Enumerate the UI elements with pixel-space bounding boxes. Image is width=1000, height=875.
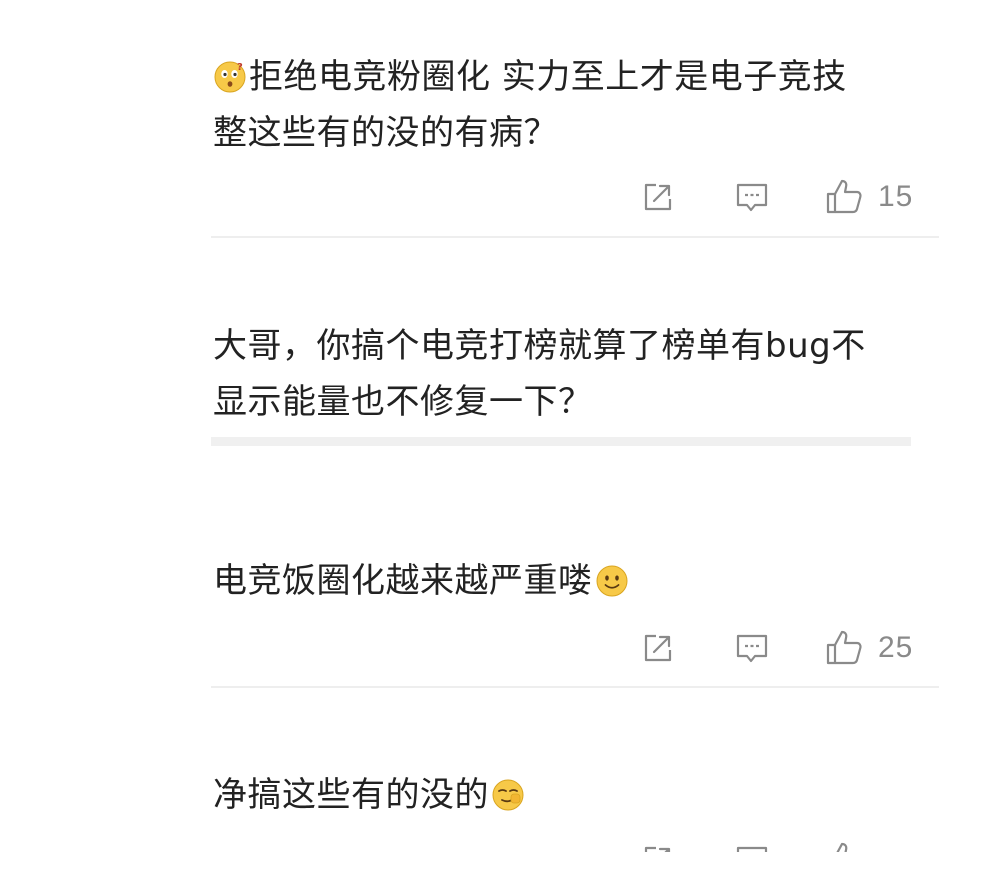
comment-icon (736, 846, 768, 852)
share-button[interactable] (640, 626, 676, 670)
share-icon (644, 183, 672, 211)
comment-icon (736, 183, 768, 212)
comment-text-body: 电竞饭圈化越来越严重喽 (213, 561, 593, 601)
comment-text: 大哥，你搞个电竞打榜就算了榜单有bug不 显示能量也不修复一下？ (213, 318, 913, 430)
comment-item: 净搞这些有的没的 (213, 767, 913, 823)
share-button[interactable] (640, 838, 676, 852)
comment-actions: 25 (640, 626, 940, 670)
share-icon (644, 846, 671, 852)
svg-text:?: ? (237, 62, 243, 73)
section-divider (211, 437, 911, 446)
reply-button[interactable] (734, 175, 770, 219)
comment-actions: 15 (640, 175, 940, 219)
share-button[interactable] (640, 175, 676, 219)
comment-text: 电竞饭圈化越来越严重喽 (213, 553, 913, 609)
comment-text-body: 净搞这些有的没的 (213, 775, 489, 815)
screen-bottom (0, 852, 1000, 875)
share-icon (644, 634, 672, 662)
reply-button[interactable] (734, 838, 770, 852)
divider (211, 236, 939, 238)
like-button[interactable]: 25 (824, 626, 913, 670)
comment-text-body: 拒绝电竞粉圈化 实力至上才是电子竞技 整这些有的没的有病？ (213, 57, 847, 153)
thumbs-up-icon (826, 630, 862, 665)
reply-button[interactable] (734, 626, 770, 670)
comment-item: 电竞饭圈化越来越严重喽 (213, 553, 913, 609)
divider (211, 686, 939, 688)
like-button[interactable]: 15 (824, 175, 913, 219)
comment-item: 大哥，你搞个电竞打榜就算了榜单有bug不 显示能量也不修复一下？ (213, 318, 913, 430)
comment-text-body: 大哥，你搞个电竞打榜就算了榜单有bug不 显示能量也不修复一下？ (213, 326, 866, 422)
like-count: 15 (878, 180, 914, 213)
comment-feed: ? 拒绝电竞粉圈化 实力至上才是电子竞技 整这些有的没的有病？ 15 大哥，你搞… (0, 0, 1000, 852)
comment-actions (640, 838, 940, 852)
comment-text: 净搞这些有的没的 (213, 767, 913, 823)
thinking-face-emoji: ? (214, 61, 246, 93)
like-count: 25 (878, 631, 914, 664)
smile-face-emoji (596, 565, 627, 597)
thumbs-up-icon (826, 179, 862, 214)
sly-face-emoji (492, 779, 524, 811)
comment-text: ? 拒绝电竞粉圈化 实力至上才是电子竞技 整这些有的没的有病？ (213, 49, 913, 161)
thumbs-up-icon (836, 842, 848, 852)
comment-item: ? 拒绝电竞粉圈化 实力至上才是电子竞技 整这些有的没的有病？ (213, 49, 913, 161)
comment-icon (736, 634, 768, 663)
like-button[interactable] (824, 838, 864, 852)
